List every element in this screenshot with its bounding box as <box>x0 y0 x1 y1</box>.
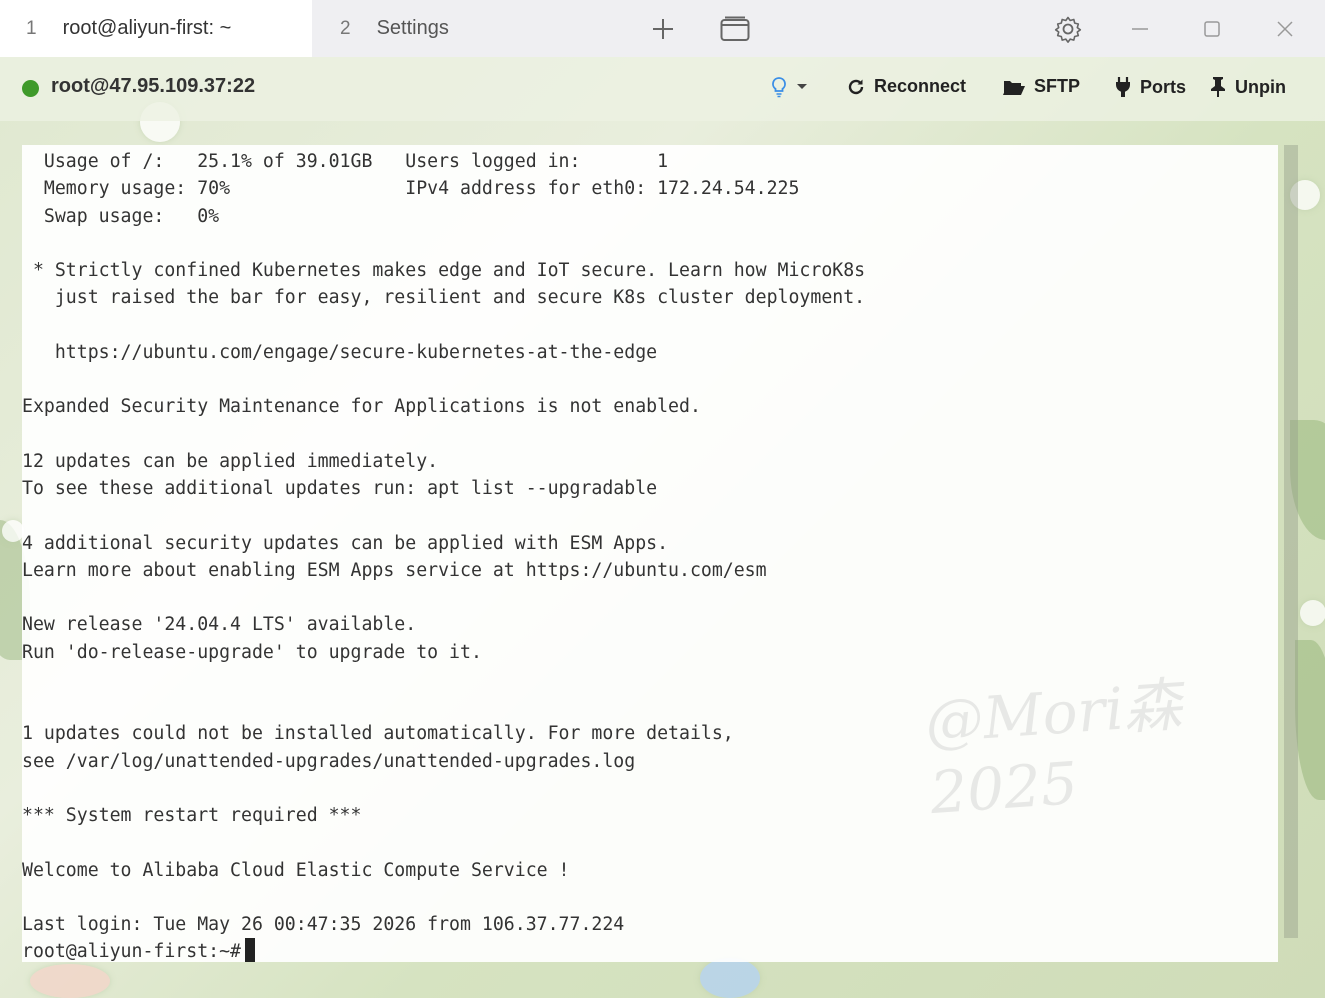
sftp-button[interactable]: SFTP <box>1002 76 1080 97</box>
terminal-line: New release '24.04.4 LTS' available. <box>22 614 417 636</box>
chevron-down-icon <box>797 84 807 89</box>
hints-dropdown[interactable] <box>770 76 816 98</box>
maximize-icon <box>1204 21 1220 37</box>
maximize-button[interactable] <box>1191 8 1233 50</box>
tab-title: root@aliyun-first: ~ <box>62 17 232 39</box>
session-header: root@47.95.109.37:22 Reconnect SFTP Port… <box>0 57 1325 121</box>
plug-icon <box>1116 77 1130 97</box>
terminal-line: Swap usage: 0% <box>43 205 220 227</box>
text-cursor <box>245 938 255 962</box>
tab-bar: 1 root@aliyun-first: ~ 2 Settings <box>0 0 1325 57</box>
terminal-line: 12 updates can be applied immediately. <box>22 450 439 472</box>
terminal-lines: Usage of /: 25.1% of 39.01GB Users logge… <box>22 151 865 935</box>
session-host: root@47.95.109.37:22 <box>51 75 256 97</box>
connection-status-indicator <box>22 80 39 97</box>
terminal-line: 4 additional security updates can be app… <box>22 532 669 554</box>
artist-watermark: @Mori森 2025 <box>923 670 1184 828</box>
terminal-line: Memory usage: 70% IPv4 address for eth0:… <box>43 178 800 200</box>
shell-prompt: root@aliyun-first:~# <box>22 941 241 962</box>
terminal-scrollbar[interactable] <box>1284 145 1298 938</box>
terminal-line: *** System restart required *** <box>22 805 362 826</box>
terminal-line: Run 'do-release-upgrade' to upgrade to i… <box>22 641 482 663</box>
terminal-line: Expanded Security Maintenance for Applic… <box>22 396 701 418</box>
terminal-line: To see these additional updates run: apt… <box>22 478 658 499</box>
tab-title: Settings <box>376 17 449 39</box>
new-tab-button[interactable] <box>642 8 684 50</box>
terminal-line: just raised the bar for easy, resilient … <box>54 287 866 309</box>
reconnect-button[interactable]: Reconnect <box>846 76 966 97</box>
tab-overview-button[interactable] <box>714 8 756 50</box>
pin-icon <box>1211 77 1225 97</box>
sftp-label: SFTP <box>1034 76 1081 96</box>
minimize-icon <box>1132 28 1148 30</box>
tab-number: 2 <box>340 17 351 39</box>
reconnect-label: Reconnect <box>874 76 967 96</box>
terminal-line: 1 updates could not be installed automat… <box>22 723 734 745</box>
minimize-button[interactable] <box>1119 8 1161 50</box>
terminal-line: * Strictly confined Kubernetes makes edg… <box>32 260 866 281</box>
close-icon <box>1277 21 1293 37</box>
ports-label: Ports <box>1140 76 1187 97</box>
folder-open-icon <box>1003 80 1025 95</box>
gear-icon <box>1054 16 1082 43</box>
tab-number: 1 <box>26 17 37 39</box>
terminal-line: https://ubuntu.com/engage/secure-kuberne… <box>54 341 658 363</box>
ports-button[interactable]: Ports <box>1114 76 1186 98</box>
reconnect-icon <box>848 79 864 94</box>
terminal-line: see /var/log/unattended-upgrades/unatten… <box>22 750 636 772</box>
close-button[interactable] <box>1264 8 1306 50</box>
plus-icon <box>653 19 673 39</box>
terminal-output[interactable]: @Mori森 2025 Usage of /: 25.1% of 39.01GB… <box>22 145 1278 962</box>
terminal-line: Welcome to Alibaba Cloud Elastic Compute… <box>22 859 570 881</box>
terminal-line: Usage of /: 25.1% of 39.01GB Users logge… <box>43 151 669 172</box>
unpin-label: Unpin <box>1235 76 1286 97</box>
terminal-line: Last login: Tue May 26 00:47:35 2026 fro… <box>22 914 625 935</box>
settings-button[interactable] <box>1047 8 1089 50</box>
terminal-line: Learn more about enabling ESM Apps servi… <box>22 559 767 581</box>
terminal-text: Usage of /: 25.1% of 39.01GB Users logge… <box>22 148 865 962</box>
window-icon <box>720 16 750 41</box>
unpin-button[interactable]: Unpin <box>1209 76 1286 98</box>
lightbulb-icon <box>772 77 786 98</box>
tab-settings[interactable]: 2 Settings <box>312 0 612 57</box>
tab-terminal[interactable]: 1 root@aliyun-first: ~ <box>0 0 312 57</box>
